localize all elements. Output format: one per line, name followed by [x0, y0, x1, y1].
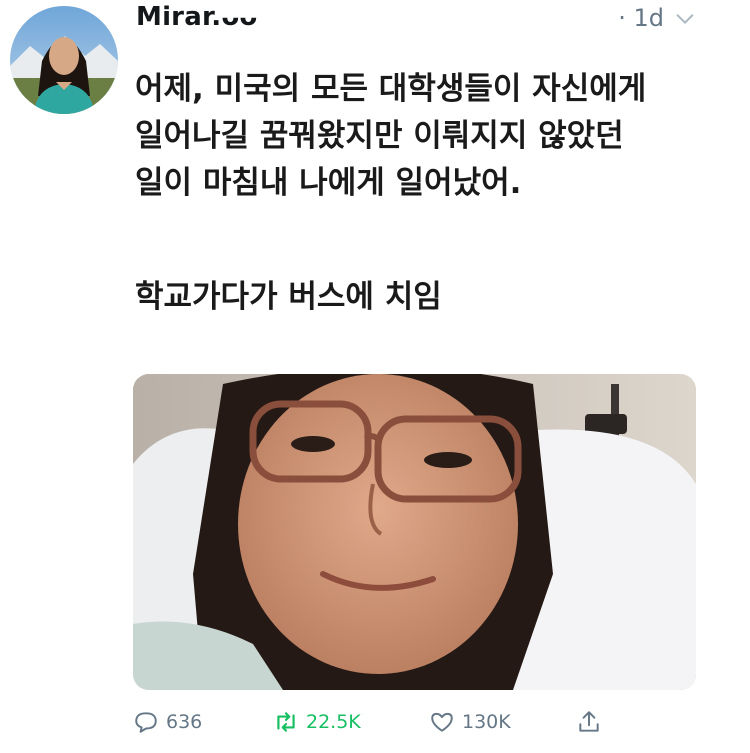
reply-count: 636 [166, 711, 203, 733]
tweet-text-line: 일이 마침내 나에게 일어났어. [135, 165, 522, 201]
chevron-down-icon[interactable] [674, 8, 696, 30]
share-icon [579, 711, 599, 732]
like-count: 130K [462, 711, 511, 733]
timestamp[interactable]: · 1d [618, 4, 664, 32]
heart-icon [431, 712, 453, 732]
retweet-count: 22.5K [306, 711, 361, 733]
author-name[interactable]: Mirar.ᴗᴗ [136, 2, 257, 32]
retweet-button[interactable]: 22.5K [273, 702, 361, 742]
tweet-media-photo[interactable] [133, 374, 696, 690]
header-right: · 1d [618, 4, 696, 32]
share-button[interactable] [576, 702, 602, 742]
like-button[interactable]: 130K [429, 702, 511, 742]
reply-icon [135, 712, 157, 733]
tweet-card: Mirar.ᴗᴗ · 1d 어제, 미국의 모든 대학생들이 자신에게 일어나길… [0, 0, 750, 753]
tweet-text: 어제, 미국의 모든 대학생들이 자신에게 일어나길 꿈꿔왔지만 이뤄지지 않았… [135, 66, 725, 207]
reply-button[interactable]: 636 [133, 702, 202, 742]
tweet-header: Mirar.ᴗᴗ · 1d [136, 0, 696, 40]
retweet-icon [277, 712, 295, 732]
tweet-text-line: 일어나길 꿈꿔왔지만 이뤄지지 않았던 [135, 118, 624, 154]
tweet-text-line: 학교가다가 버스에 치임 [135, 279, 442, 315]
avatar[interactable] [10, 6, 118, 114]
tweet-actions: 636 22.5K 130K [133, 702, 613, 742]
tweet-text-line: 어제, 미국의 모든 대학생들이 자신에게 [135, 71, 647, 107]
